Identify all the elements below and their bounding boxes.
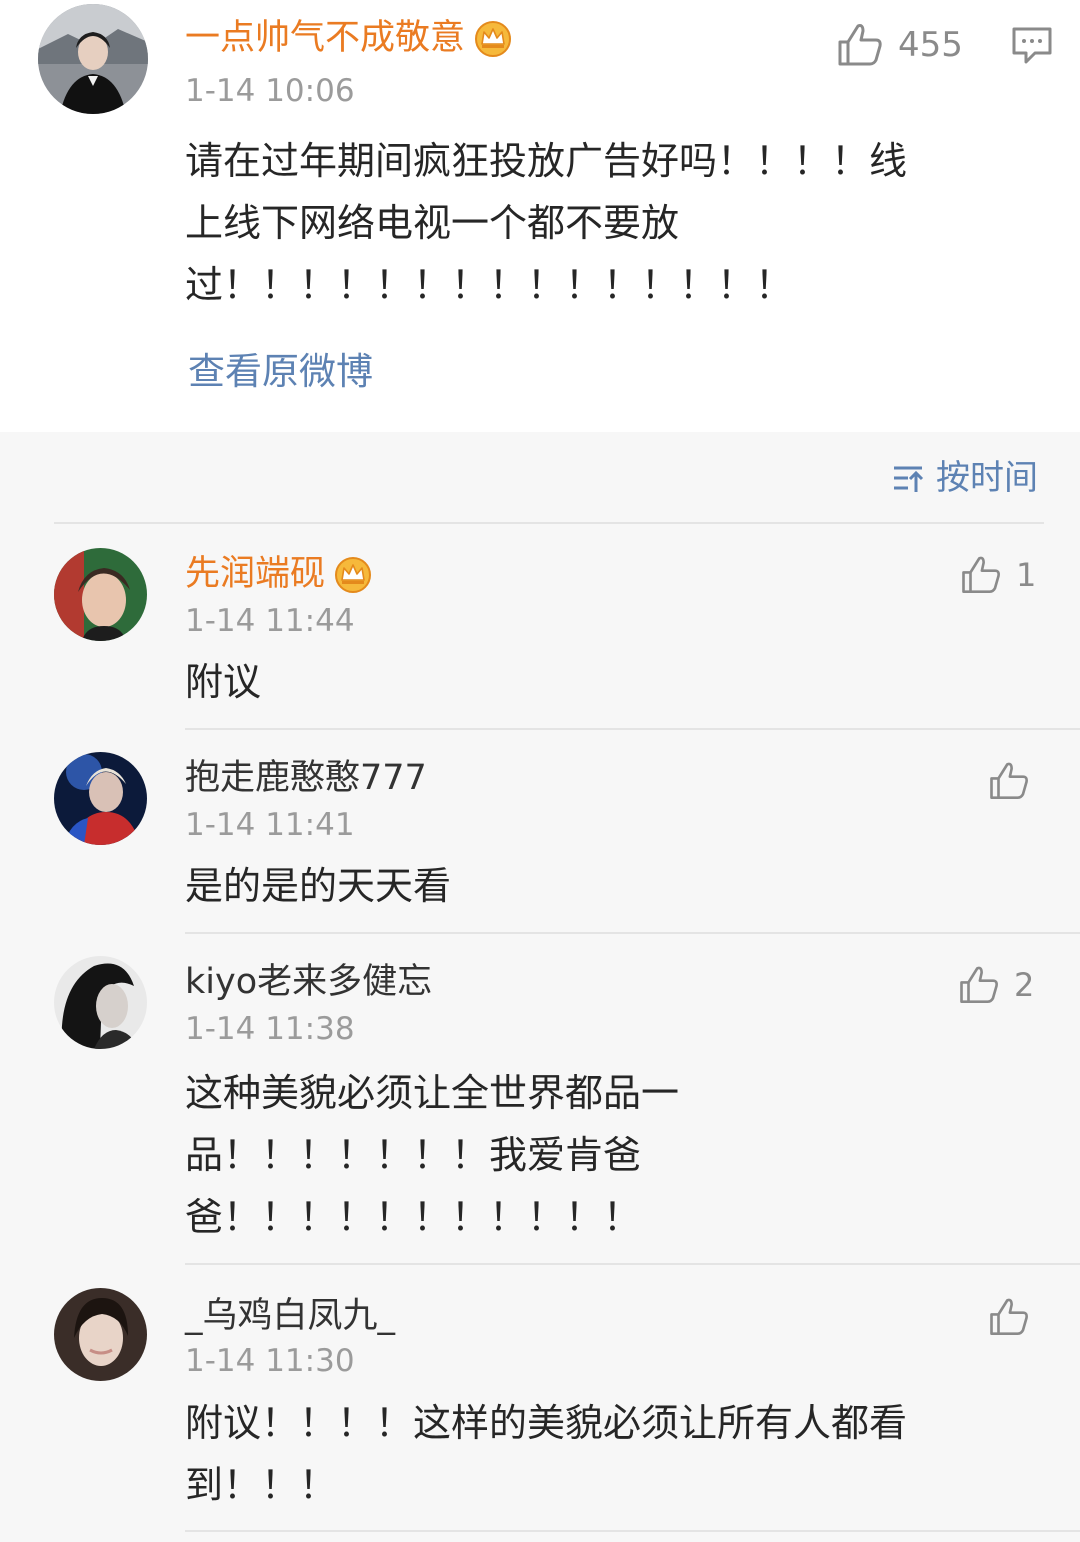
comment-line: 爸！！！！！！！！！！！ bbox=[185, 1195, 642, 1239]
main-comment: 一点帅气不成敬意 1-14 10:06 455 请在过年期间疯狂投放广告好吗！！… bbox=[0, 0, 1080, 432]
like-button[interactable]: 2 bbox=[958, 964, 1034, 1006]
thumbs-up-icon bbox=[838, 24, 882, 66]
view-original-link[interactable]: 查看原微博 bbox=[188, 350, 373, 394]
like-count: 455 bbox=[898, 25, 963, 65]
comment-line: 附议！！！！这样的美貌必须让所有人都看 bbox=[185, 1401, 908, 1445]
avatar-image bbox=[38, 4, 148, 114]
comment-line: 上线下网络电视一个都不要放 bbox=[185, 201, 680, 245]
reply-item: 抱走鹿憨憨777 1-14 11:41 是的是的天天看 bbox=[0, 744, 1080, 932]
timestamp: 1-14 11:38 bbox=[185, 1011, 355, 1047]
username-text[interactable]: 一点帅气不成敬意 bbox=[185, 18, 465, 58]
avatar[interactable] bbox=[54, 752, 147, 845]
username[interactable]: 先润端砚 bbox=[185, 554, 373, 594]
comment-icon bbox=[1012, 27, 1052, 64]
reply-item: 先润端砚 1-14 11:44 1 附议 bbox=[0, 540, 1080, 728]
sort-by-time-button[interactable]: 按时间 bbox=[892, 458, 1038, 498]
divider bbox=[185, 1530, 1080, 1532]
divider bbox=[185, 728, 1080, 730]
sort-label: 按时间 bbox=[936, 458, 1038, 498]
reply-item: _乌鸡白凤九_ 1-14 11:30 附议！！！！这样的美貌必须让所有人都看 到… bbox=[0, 1280, 1080, 1530]
avatar-image bbox=[54, 752, 147, 845]
crown-icon bbox=[335, 557, 372, 593]
comment-text: 是的是的天天看 bbox=[185, 858, 451, 914]
comment-line: 过！！！！！！！！！！！！！！！ bbox=[185, 263, 794, 307]
reply-item: kiyo老来多健忘 1-14 11:38 2 这种美貌必须让全世界都品一 品！！… bbox=[0, 948, 1080, 1262]
comment-text: 附议！！！！这样的美貌必须让所有人都看 到！！！ bbox=[185, 1392, 907, 1516]
comment-line: 请在过年期间疯狂投放广告好吗！！！！线 bbox=[185, 139, 908, 183]
like-button[interactable] bbox=[988, 1296, 1044, 1338]
avatar-image bbox=[54, 548, 147, 641]
username-text[interactable]: 先润端砚 bbox=[185, 554, 325, 594]
comment-line: 这种美貌必须让全世界都品一 bbox=[185, 1071, 680, 1115]
timestamp: 1-14 10:06 bbox=[185, 73, 355, 109]
timestamp: 1-14 11:44 bbox=[185, 603, 355, 639]
comment-line: 附议 bbox=[185, 660, 262, 704]
avatar[interactable] bbox=[54, 1288, 147, 1381]
divider bbox=[54, 522, 1044, 524]
avatar[interactable] bbox=[54, 956, 147, 1049]
username[interactable]: 抱走鹿憨憨777 bbox=[185, 758, 427, 798]
comment-text: 请在过年期间疯狂投放广告好吗！！！！线 上线下网络电视一个都不要放 过！！！！！… bbox=[185, 130, 907, 316]
like-count: 1 bbox=[1016, 556, 1037, 594]
avatar[interactable] bbox=[54, 548, 147, 641]
thumbs-up-icon bbox=[990, 762, 1028, 799]
username[interactable]: 一点帅气不成敬意 bbox=[185, 18, 513, 58]
username[interactable]: kiyo老来多健忘 bbox=[185, 962, 432, 1002]
comment-text: 这种美貌必须让全世界都品一 品！！！！！！！我爱肯爸 爸！！！！！！！！！！！ bbox=[185, 1062, 679, 1248]
thumbs-up-icon bbox=[960, 966, 998, 1003]
comment-line: 是的是的天天看 bbox=[185, 864, 452, 908]
like-count: 2 bbox=[1014, 966, 1035, 1004]
comment-text: 附议 bbox=[185, 654, 261, 710]
divider bbox=[185, 1263, 1080, 1265]
sort-icon bbox=[894, 466, 924, 492]
crown-icon bbox=[475, 21, 512, 57]
timestamp: 1-14 11:30 bbox=[185, 1343, 355, 1379]
username[interactable]: _乌鸡白凤九_ bbox=[185, 1296, 395, 1336]
avatar-image bbox=[54, 1288, 147, 1381]
reply-icon[interactable] bbox=[1011, 26, 1053, 66]
thumbs-up-icon bbox=[990, 1298, 1028, 1335]
comment-line: 品！！！！！！！我爱肯爸 bbox=[185, 1133, 642, 1177]
like-button[interactable]: 455 bbox=[836, 22, 963, 68]
thumbs-up-icon bbox=[962, 556, 1000, 593]
avatar[interactable] bbox=[38, 4, 148, 114]
like-button[interactable]: 1 bbox=[960, 554, 1036, 596]
divider bbox=[185, 932, 1080, 934]
like-button[interactable] bbox=[988, 760, 1044, 802]
comment-line: 到！！！ bbox=[185, 1463, 338, 1507]
timestamp: 1-14 11:41 bbox=[185, 807, 355, 843]
avatar-image bbox=[54, 956, 147, 1049]
